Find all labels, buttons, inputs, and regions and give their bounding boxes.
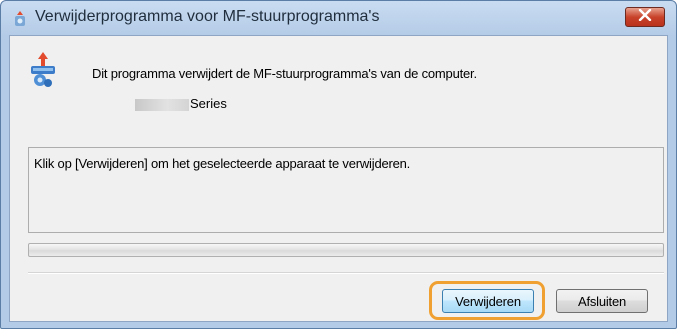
divider xyxy=(28,272,664,274)
instruction-message: Klik op [Verwijderen] om het geselecteer… xyxy=(34,156,411,171)
redacted-model-name xyxy=(135,99,189,111)
title-bar[interactable]: Verwijderprogramma voor MF-stuurprogramm… xyxy=(1,1,676,35)
uninstaller-app-icon xyxy=(13,10,27,33)
progress-bar xyxy=(28,243,664,257)
uninstaller-window: Verwijderprogramma voor MF-stuurprogramm… xyxy=(0,0,677,329)
series-label: Series xyxy=(190,96,227,111)
uninstall-program-icon xyxy=(26,51,60,94)
exit-button[interactable]: Afsluiten xyxy=(556,289,648,313)
message-box: Klik op [Verwijderen] om het geselecteer… xyxy=(28,147,664,233)
remove-button[interactable]: Verwijderen xyxy=(442,289,534,313)
close-icon xyxy=(638,8,652,26)
description-text: Dit programma verwijdert de MF-stuurprog… xyxy=(92,66,477,81)
dialog-client-area: Dit programma verwijdert de MF-stuurprog… xyxy=(9,35,668,322)
close-window-button[interactable] xyxy=(625,7,665,27)
window-title: Verwijderprogramma voor MF-stuurprogramm… xyxy=(35,8,380,25)
